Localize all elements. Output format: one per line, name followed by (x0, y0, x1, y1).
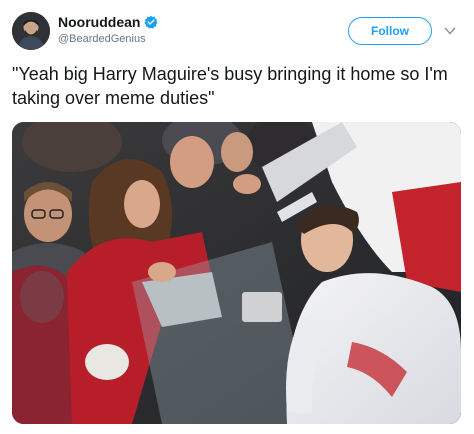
avatar-photo-icon (12, 12, 50, 50)
tweet-header: Nooruddean @BeardedGenius Follow (12, 10, 462, 54)
follow-button[interactable]: Follow (348, 17, 432, 45)
verified-badge-icon (144, 15, 158, 29)
photo-image (12, 122, 461, 424)
author-display-name[interactable]: Nooruddean (58, 14, 140, 30)
chevron-down-icon[interactable] (443, 24, 457, 38)
author-handle[interactable]: @BeardedGenius (58, 33, 158, 45)
author-avatar[interactable] (12, 12, 50, 50)
tweet-photo[interactable] (12, 122, 461, 424)
display-name-row: Nooruddean (58, 13, 158, 31)
tweet-text: "Yeah big Harry Maguire's busy bringing … (12, 64, 448, 108)
author-names: Nooruddean @BeardedGenius (58, 13, 158, 45)
tweet-card: Nooruddean @BeardedGenius Follow "Yeah b… (0, 0, 474, 434)
